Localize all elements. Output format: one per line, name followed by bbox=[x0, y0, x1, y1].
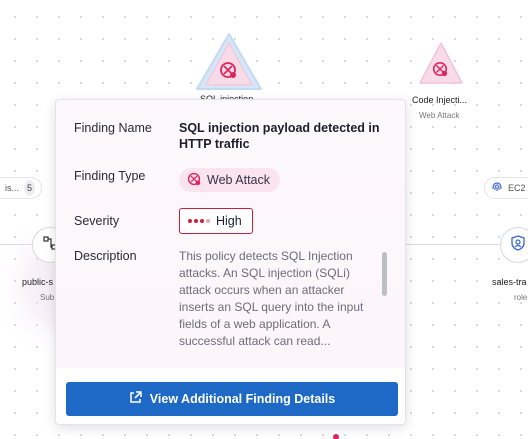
scrollbar-thumb[interactable] bbox=[382, 252, 387, 296]
finding-name-label: Finding Name bbox=[74, 121, 152, 135]
bug-shield-icon bbox=[219, 61, 237, 84]
view-finding-details-button[interactable]: View Additional Finding Details bbox=[66, 382, 398, 416]
group-chip-label: is... bbox=[5, 183, 20, 193]
external-link-icon bbox=[129, 391, 142, 407]
code-node-subtitle: Web Attack bbox=[419, 111, 460, 120]
finding-type-row: Finding Type Web Attack bbox=[74, 168, 387, 192]
bug-shield-icon bbox=[432, 61, 448, 82]
subnet-node-title: public-s bbox=[22, 277, 54, 287]
graph-edge bbox=[0, 244, 32, 245]
finding-type-pill: Web Attack bbox=[179, 168, 280, 192]
finding-name-row: Finding Name SQL injection payload detec… bbox=[74, 120, 387, 152]
role-node-title: sales-tra bbox=[492, 277, 527, 287]
finding-type-value: Web Attack bbox=[207, 173, 270, 187]
finding-name-value: SQL injection payload detected in HTTP t… bbox=[179, 121, 380, 151]
description-value: This policy detects SQL Injection attack… bbox=[179, 249, 364, 348]
description-row: Description This policy detects SQL Inje… bbox=[74, 248, 387, 350]
bug-shield-icon bbox=[187, 172, 201, 189]
subnet-node-subtitle: Sub bbox=[40, 293, 55, 302]
severity-dots-icon bbox=[188, 219, 210, 223]
severity-label: Severity bbox=[74, 214, 120, 228]
role-node-subtitle: role bbox=[514, 293, 528, 302]
description-label: Description bbox=[74, 249, 137, 263]
severity-value: High bbox=[216, 214, 242, 228]
fingerprint-icon bbox=[491, 181, 503, 195]
group-count-badge: 5 bbox=[24, 180, 35, 196]
description-scrollbar[interactable] bbox=[382, 248, 387, 348]
graph-edge bbox=[406, 244, 500, 245]
severity-badge: High bbox=[179, 208, 253, 234]
ec2-chip[interactable]: EC2 bbox=[484, 177, 528, 199]
view-finding-details-label: View Additional Finding Details bbox=[149, 392, 336, 406]
group-chip[interactable]: is... 5 bbox=[0, 177, 42, 199]
severity-row: Severity High bbox=[74, 208, 387, 234]
shield-user-icon bbox=[510, 234, 526, 256]
role-node[interactable] bbox=[500, 227, 528, 263]
ec2-chip-label: EC2 bbox=[508, 183, 526, 193]
bottom-marker bbox=[333, 434, 339, 439]
code-node-title: Code Injecti... bbox=[412, 95, 468, 105]
finding-type-label: Finding Type bbox=[74, 169, 146, 183]
finding-details-popup: Finding Name SQL injection payload detec… bbox=[55, 99, 406, 425]
